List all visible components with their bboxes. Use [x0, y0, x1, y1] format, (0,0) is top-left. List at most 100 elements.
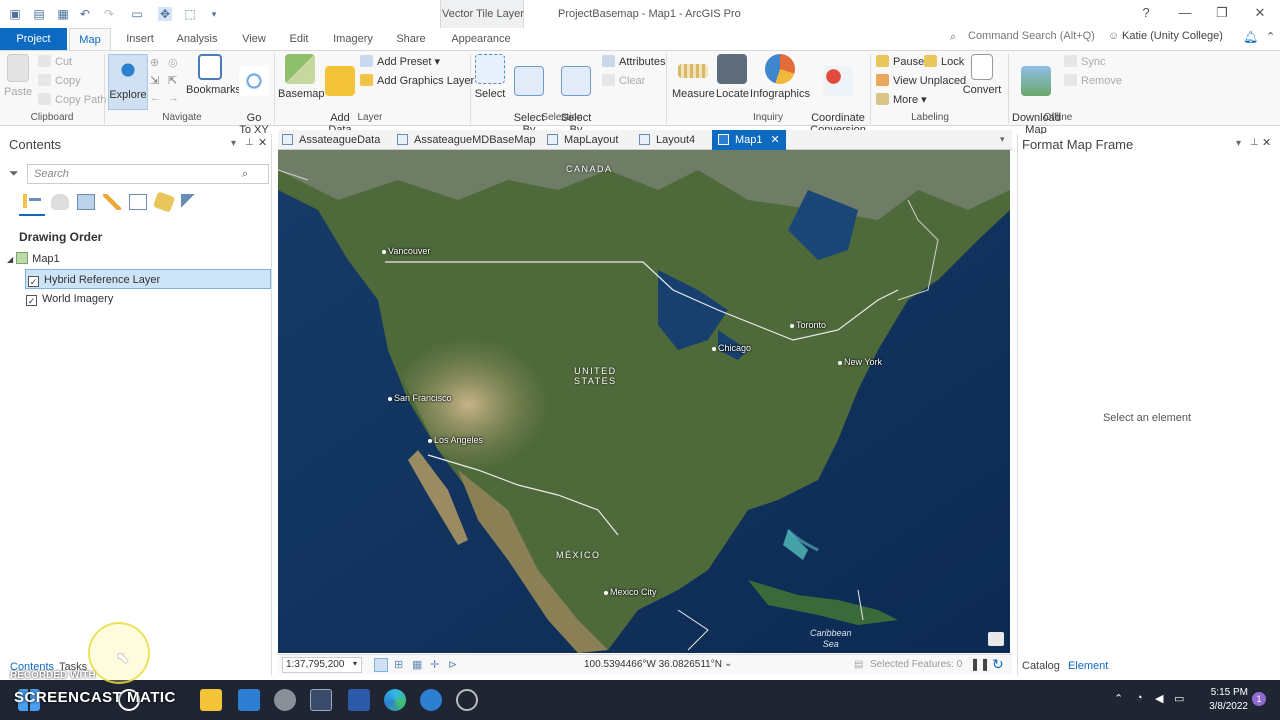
arcgis-pro-icon[interactable] — [420, 689, 442, 711]
tab-edit[interactable]: Edit — [282, 28, 316, 50]
remove-button[interactable]: Remove — [1064, 73, 1122, 89]
tab-catalog[interactable]: Catalog — [1022, 660, 1060, 672]
map-node[interactable]: ◢ Map1 — [7, 249, 60, 269]
explore-tool-icon[interactable]: ✥ — [158, 7, 172, 21]
attributes-button[interactable]: Attributes — [602, 54, 665, 70]
system-clock[interactable]: 5:15 PM 3/8/2022 — [1198, 686, 1248, 714]
layer-visibility-checkbox[interactable]: ✓ — [26, 295, 37, 306]
doc-tab-layout4[interactable]: Layout4 — [639, 130, 695, 150]
wifi-icon[interactable]: ◔ — [1136, 692, 1143, 704]
tab-view[interactable]: View — [234, 28, 274, 50]
layer-item-world-imagery[interactable]: ✓ World Imagery — [26, 289, 113, 309]
perspective-imagery-icon[interactable] — [181, 194, 199, 210]
view-unplaced-button[interactable]: View Unplaced — [876, 73, 966, 89]
basemap-button[interactable]: Basemap — [278, 54, 324, 110]
edge-icon[interactable] — [384, 689, 406, 711]
notification-icon[interactable]: 🔔︎ — [1243, 30, 1258, 44]
layout-icon[interactable]: ▭ — [130, 7, 144, 21]
command-search-input[interactable]: Command Search (Alt+Q) — [968, 30, 1118, 46]
grid-view-icon[interactable] — [374, 658, 388, 672]
show-hidden-icons-icon[interactable]: ⌃ — [1114, 692, 1123, 705]
table-view-icon[interactable]: ⊞ — [394, 658, 403, 671]
doc-tab-map1[interactable]: Map1 ✕ — [712, 130, 786, 150]
mail-icon[interactable] — [238, 689, 260, 711]
maximize-button[interactable]: ❐ — [1212, 5, 1232, 21]
doc-tab-map-layout[interactable]: MapLayout — [547, 130, 618, 150]
select-by-location-button[interactable]: Select By Location — [554, 54, 598, 148]
data-source-icon[interactable] — [51, 194, 69, 210]
pane-options-icon[interactable]: ▾ — [1236, 138, 1241, 149]
explore-button[interactable]: Explore — [108, 54, 148, 110]
download-map-button[interactable]: Download Map — [1012, 54, 1061, 136]
tab-map[interactable]: Map — [69, 28, 111, 50]
attribution-icon[interactable] — [988, 632, 1004, 646]
layer-item-hybrid-reference[interactable]: ✓ Hybrid Reference Layer — [25, 269, 271, 289]
volume-icon[interactable]: ◀ — [1155, 692, 1163, 705]
tab-imagery[interactable]: Imagery — [326, 28, 380, 50]
drawing-order-icon[interactable] — [23, 194, 41, 210]
next-extent-icon[interactable]: → — [168, 92, 179, 104]
lock-labels-button[interactable]: Lock — [924, 54, 964, 70]
more-labeling-button[interactable]: More ▾ — [876, 92, 927, 108]
go-to-xy-button[interactable]: Go To XY — [238, 54, 270, 136]
fixed-zoom-in-icon[interactable]: ⇲ — [150, 74, 159, 87]
help-button[interactable]: ? — [1136, 5, 1156, 21]
map-view[interactable]: CANADA UNITED STATES MÉXICO Vancouver To… — [278, 150, 1010, 653]
tab-element[interactable]: Element — [1068, 660, 1108, 672]
close-pane-icon[interactable]: ✕ — [258, 136, 267, 149]
fixed-zoom-out-icon[interactable]: ⇱ — [168, 74, 177, 87]
previous-extent-icon[interactable]: ← — [150, 92, 161, 104]
select-tool-icon[interactable]: ⬚ — [183, 7, 197, 21]
battery-icon[interactable]: ▭ — [1174, 692, 1184, 705]
cut-button[interactable]: Cut — [38, 54, 72, 70]
notification-badge-icon[interactable]: 1 — [1252, 692, 1266, 706]
selection-view-icon[interactable] — [77, 194, 95, 210]
close-tab-icon[interactable]: ✕ — [771, 134, 780, 146]
coordinate-format-dropdown[interactable]: ⌄ — [724, 658, 732, 669]
pin-icon[interactable]: ⊥ — [1250, 137, 1259, 148]
pause-drawing-icon[interactable]: ❚❚ — [970, 657, 990, 671]
contents-search-input[interactable]: Search ⌕ — [27, 164, 269, 184]
sync-button[interactable]: Sync — [1064, 54, 1105, 70]
refresh-icon[interactable]: ↻ — [992, 656, 1004, 673]
select-button[interactable]: Select — [474, 54, 506, 110]
layer-visibility-checkbox[interactable]: ✓ — [28, 276, 39, 287]
locate-button[interactable]: Locate — [716, 54, 749, 110]
clear-selection-button[interactable]: Clear — [602, 73, 645, 89]
app-icon[interactable] — [274, 689, 296, 711]
grid-icon[interactable]: ▦ — [412, 658, 422, 671]
labeling-tag-icon[interactable] — [152, 191, 176, 213]
editing-pencil-icon[interactable] — [103, 194, 121, 210]
pause-labeling-button[interactable]: Pause — [876, 54, 924, 70]
file-explorer-icon[interactable] — [200, 689, 222, 711]
word-icon[interactable] — [348, 689, 370, 711]
coordinate-conversion-button[interactable]: Coordinate Conversion — [810, 54, 866, 136]
undo-icon[interactable]: ↶ — [78, 7, 92, 21]
collapse-arrow-icon[interactable]: ◢ — [7, 255, 13, 264]
tab-share[interactable]: Share — [390, 28, 432, 50]
measure-button[interactable]: Measure — [672, 54, 715, 110]
copy-button[interactable]: Copy — [38, 73, 81, 89]
paste-button[interactable]: Paste — [4, 54, 32, 110]
tab-analysis[interactable]: Analysis — [170, 28, 224, 50]
user-account[interactable]: Katie (Unity College) — [1122, 30, 1223, 42]
open-folder-icon[interactable]: ▤ — [32, 7, 46, 21]
pane-options-icon[interactable]: ▾ — [231, 138, 236, 149]
customize-toolbar-icon[interactable]: ▾ — [207, 7, 221, 21]
doc-tab-assateague-data[interactable]: AssateagueData — [282, 130, 380, 150]
redo-icon[interactable]: ↷ — [102, 7, 116, 21]
close-pane-icon[interactable]: ✕ — [1262, 136, 1271, 149]
north-arrow-icon[interactable]: ⊳ — [448, 658, 457, 671]
project-icon[interactable]: ▣ — [8, 7, 22, 21]
tab-list-icon[interactable]: ▾ — [1000, 134, 1005, 145]
infographics-button[interactable]: Infographics — [750, 54, 810, 110]
add-data-button[interactable]: Add Data — [324, 54, 356, 136]
screencast-icon[interactable] — [456, 689, 478, 711]
collapse-ribbon-icon[interactable]: ⌃ — [1266, 30, 1275, 43]
app-k-icon[interactable] — [310, 689, 332, 711]
zoom-to-selection-icon[interactable]: ◎ — [168, 56, 178, 69]
full-extent-icon[interactable]: ⊕ — [150, 56, 159, 69]
filter-icon[interactable]: ⏷ — [9, 166, 19, 181]
snapping-icon[interactable] — [129, 194, 147, 210]
tab-insert[interactable]: Insert — [118, 28, 162, 50]
